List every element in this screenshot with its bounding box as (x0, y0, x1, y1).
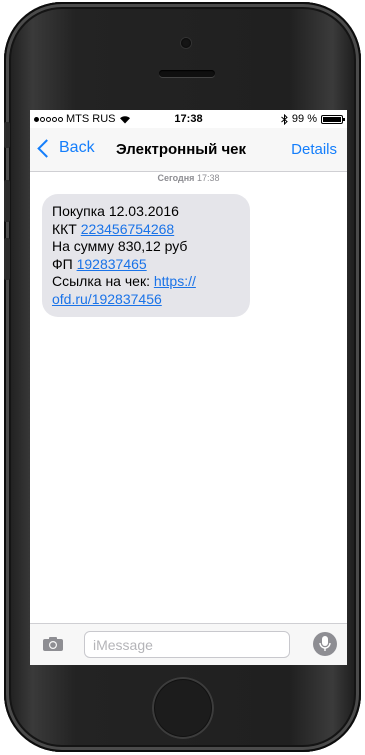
message-line-purchase: Покупка 12.03.2016 (52, 203, 179, 219)
battery-icon (321, 114, 345, 124)
message-line-kkt: ККТ 223456754268 (52, 221, 240, 239)
message-line-receipt: Ссылка на чек: https:// (52, 273, 240, 291)
receipt-label: Ссылка на чек: (52, 273, 154, 289)
message-line-fp: ФП 192837465 (52, 256, 240, 274)
earpiece-speaker (159, 70, 215, 77)
bluetooth-icon (281, 113, 288, 125)
fp-number-link[interactable]: 192837465 (77, 256, 147, 272)
kkt-number-link[interactable]: 223456754268 (81, 221, 174, 237)
message-composer (30, 623, 347, 665)
message-line-receipt-cont: ofd.ru/192837456 (52, 291, 240, 309)
microphone-button[interactable] (313, 632, 337, 656)
battery-fill (323, 116, 341, 122)
microphone-icon (319, 636, 331, 651)
message-bubble: Покупка 12.03.2016 ККТ 223456754268 На с… (42, 194, 250, 317)
message-line-amount: На сумму 830,12 руб (52, 238, 188, 254)
kkt-label: ККТ (52, 220, 81, 237)
message-date-time: 17:38 (196, 173, 220, 183)
battery-percent: 99 % (291, 113, 317, 125)
back-button[interactable]: Back (36, 138, 95, 158)
conversation-title: Электронный чек (116, 141, 247, 158)
message-date-label: Сегодня 17:38 (30, 173, 347, 183)
imessage-input[interactable] (84, 631, 290, 658)
phone-screen: MTS RUS 17:38 99 % Back Электронный чек … (30, 110, 347, 665)
message-date-day: Сегодня (157, 173, 195, 183)
front-camera (181, 38, 191, 48)
chevron-left-icon (37, 138, 56, 158)
back-label: Back (59, 139, 95, 156)
fp-label: ФП (52, 255, 77, 272)
home-button[interactable] (152, 677, 214, 739)
details-button[interactable]: Details (291, 141, 337, 158)
volume-up-button (4, 180, 10, 222)
receipt-url-link-part2[interactable]: ofd.ru/192837456 (52, 291, 162, 307)
mute-switch (4, 122, 10, 148)
camera-icon[interactable] (42, 636, 64, 652)
volume-down-button (4, 238, 10, 280)
status-right: 99 % (281, 113, 345, 125)
navigation-bar: Back Электронный чек Details (30, 128, 347, 172)
receipt-url-link-part1[interactable]: https:// (154, 273, 196, 289)
status-bar: MTS RUS 17:38 99 % (30, 110, 347, 128)
